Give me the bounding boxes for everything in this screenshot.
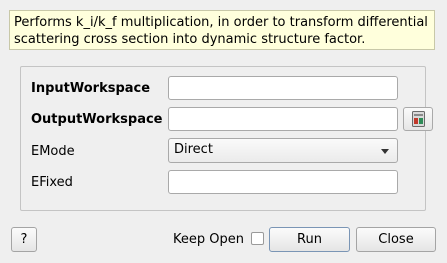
workspace-browse-icon bbox=[412, 111, 425, 127]
algorithm-description: Performs k_i/k_f multiplication, in orde… bbox=[9, 10, 435, 50]
output-workspace-label: OutputWorkspace bbox=[31, 112, 163, 127]
output-workspace-field[interactable] bbox=[168, 107, 398, 131]
efixed-field[interactable] bbox=[168, 170, 398, 194]
keep-open-label: Keep Open bbox=[173, 232, 244, 247]
input-workspace-label: InputWorkspace bbox=[31, 81, 151, 96]
chevron-down-icon bbox=[381, 149, 389, 154]
help-button[interactable]: ? bbox=[11, 227, 37, 252]
keep-open-checkbox[interactable] bbox=[251, 232, 264, 245]
input-workspace-field[interactable] bbox=[168, 76, 398, 100]
close-button[interactable]: Close bbox=[356, 227, 436, 252]
run-button[interactable]: Run bbox=[269, 227, 350, 252]
emode-selected-value: Direct bbox=[174, 142, 213, 157]
efixed-label: EFixed bbox=[31, 175, 73, 190]
emode-label: EMode bbox=[31, 144, 75, 159]
emode-select[interactable]: Direct bbox=[168, 138, 398, 163]
workspace-browse-button[interactable] bbox=[403, 107, 433, 131]
